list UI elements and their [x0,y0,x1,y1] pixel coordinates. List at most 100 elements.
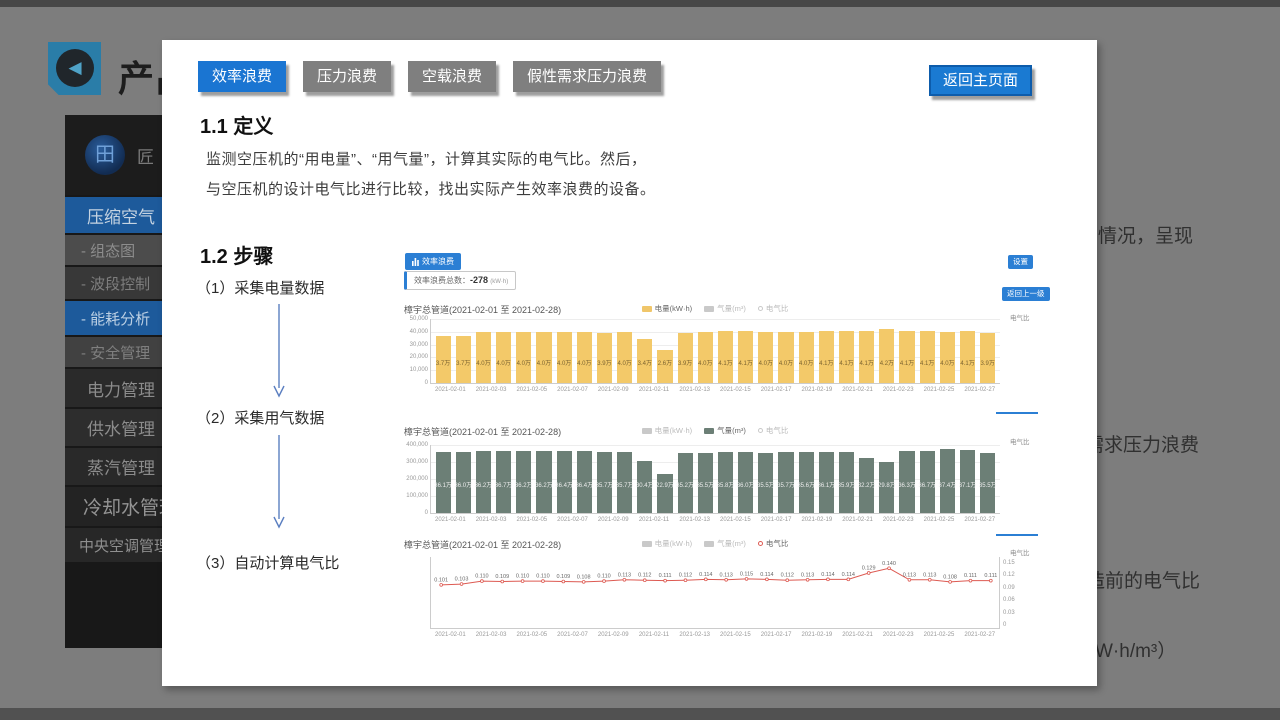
svg-text:0.114: 0.114 [821,572,834,578]
sidebar-item[interactable]: 压缩空气 [65,197,165,233]
legend-label: 电气比 [766,538,789,549]
sidebar-item[interactable]: 电力管理 [65,369,165,407]
pager-indicator [996,412,1038,414]
legend-item[interactable]: 气量(m³) [704,538,746,549]
content-panel: 效率浪费压力浪费空载浪费假性需求压力浪费 返回主页面 1.1 定义 监测空压机的… [162,40,1097,686]
bar: 3.7万 [456,336,471,383]
x-tick: 2021-02-05 [511,632,552,638]
y-axis-label-ratio: 电气比 [1010,312,1030,322]
y-tick: 0 [399,380,428,386]
bar: 4.0万 [698,332,713,383]
legend-item[interactable]: 电气比 [758,425,789,436]
y-tick: 400,000 [399,442,428,448]
bar: 35.7万 [778,452,793,513]
tab-空载浪费[interactable]: 空载浪费 [408,61,496,92]
tab-假性需求压力浪费[interactable]: 假性需求压力浪费 [513,61,661,92]
y-axis-label-ratio: 电气比 [1010,547,1030,557]
x-tick: 2021-02-27 [959,517,1000,523]
bar-value-label: 3.9万 [597,358,611,367]
legend-label: 电量(kW·h) [655,538,693,549]
bar: 4.0万 [557,332,572,383]
brand-name: 匠 [137,143,154,168]
svg-text:0.109: 0.109 [556,574,570,580]
legend-swatch [758,428,763,433]
y-tick: 50,000 [399,316,428,322]
sidebar-item[interactable]: - 组态图 [65,235,165,265]
bar-value-label: 35.5万 [696,480,714,489]
x-tick: 2021-02-03 [471,387,512,393]
back-icon[interactable]: ◀ [48,42,101,95]
y-tick: 20,000 [399,354,428,360]
bar-value-label: 4.0万 [799,358,813,367]
ratio-line-chart: 0.1010.1030.1100.1090.1100.1100.1090.108… [430,557,1000,629]
waste-type-tabs: 效率浪费压力浪费空载浪费假性需求压力浪费 [198,61,661,92]
bar: 4.0万 [476,332,491,383]
legend-item[interactable]: 电量(kW·h) [642,303,693,314]
bar-value-label: 37.1万 [959,480,977,489]
legend-item[interactable]: 气量(m³) [704,425,746,436]
bar: 36.2万 [536,451,551,513]
tab-效率浪费[interactable]: 效率浪费 [198,61,286,92]
bar: 4.0万 [496,332,511,383]
legend-swatch [642,541,652,547]
return-home-button[interactable]: 返回主页面 [929,65,1032,96]
x-tick: 2021-02-03 [471,632,512,638]
tab-压力浪费[interactable]: 压力浪费 [303,61,391,92]
right-y-tick: 0.03 [1003,610,1015,616]
sidebar-item[interactable]: - 能耗分析 [65,301,165,335]
sidebar-item[interactable]: 中央空调管理 [65,528,165,562]
x-tick: 2021-02-07 [552,632,593,638]
right-y-tick: 0.06 [1003,597,1015,603]
bar: 37.4万 [940,449,955,513]
bar: 36.2万 [516,451,531,513]
bar-value-label: 36.7万 [495,480,513,489]
bar-value-label: 35.2万 [676,480,694,489]
x-tick: 2021-02-17 [756,517,797,523]
legend-item[interactable]: 气量(m³) [704,303,746,314]
bar-value-label: 35.9万 [838,480,856,489]
x-tick: 2021-02-11 [634,632,675,638]
legend-swatch [642,306,652,312]
legend-label: 电气比 [766,303,789,314]
bar: 4.1万 [839,331,854,383]
legend-label: 电量(kW·h) [655,303,693,314]
svg-text:0.113: 0.113 [923,572,936,578]
legend-item[interactable]: 电气比 [758,303,789,314]
x-tick: 2021-02-17 [756,387,797,393]
bar-value-label: 4.0万 [517,358,531,367]
legend-item[interactable]: 电量(kW·h) [642,538,693,549]
bar: 36.0万 [456,452,471,513]
back-up-level-button[interactable]: 返回上一级 [1002,287,1050,301]
x-tick: 2021-02-25 [919,387,960,393]
y-tick: 100,000 [399,493,428,499]
legend-swatch [758,306,763,311]
y-tick: 30,000 [399,342,428,348]
sidebar-item[interactable]: 冷却水管理 [65,487,165,526]
svg-text:0.112: 0.112 [638,573,651,579]
bar-value-label: 35.7万 [596,480,614,489]
legend-item[interactable]: 电量(kW·h) [642,425,693,436]
sidebar-item[interactable]: - 波段控制 [65,267,165,299]
bar: 36.0万 [738,452,753,513]
bar-value-label: 22.9万 [656,480,674,489]
bar: 35.5万 [980,453,995,513]
sidebar-item[interactable]: - 安全管理 [65,337,165,367]
bar: 37.1万 [960,450,975,513]
sidebar-item[interactable]: 供水管理 [65,409,165,446]
bar: 3.9万 [597,333,612,383]
right-y-tick: 0.12 [1003,572,1015,578]
x-tick: 2021-02-13 [674,632,715,638]
svg-text:0.113: 0.113 [719,572,732,578]
x-axis-dates: 2021-02-012021-02-032021-02-052021-02-07… [430,387,1000,393]
svg-text:0.111: 0.111 [964,573,977,579]
chart-settings-button[interactable]: 设置 [1008,255,1033,269]
bar-value-label: 3.9万 [678,358,692,367]
bar: 4.0万 [758,332,773,383]
bar-value-label: 35.7万 [777,480,795,489]
legend-item[interactable]: 电气比 [758,538,789,549]
bar-value-label: 36.2万 [475,480,493,489]
bar: 3.9万 [678,333,693,383]
sidebar-item[interactable]: 蒸汽管理 [65,448,165,485]
x-tick: 2021-02-07 [552,517,593,523]
bar: 30.4万 [637,461,652,513]
